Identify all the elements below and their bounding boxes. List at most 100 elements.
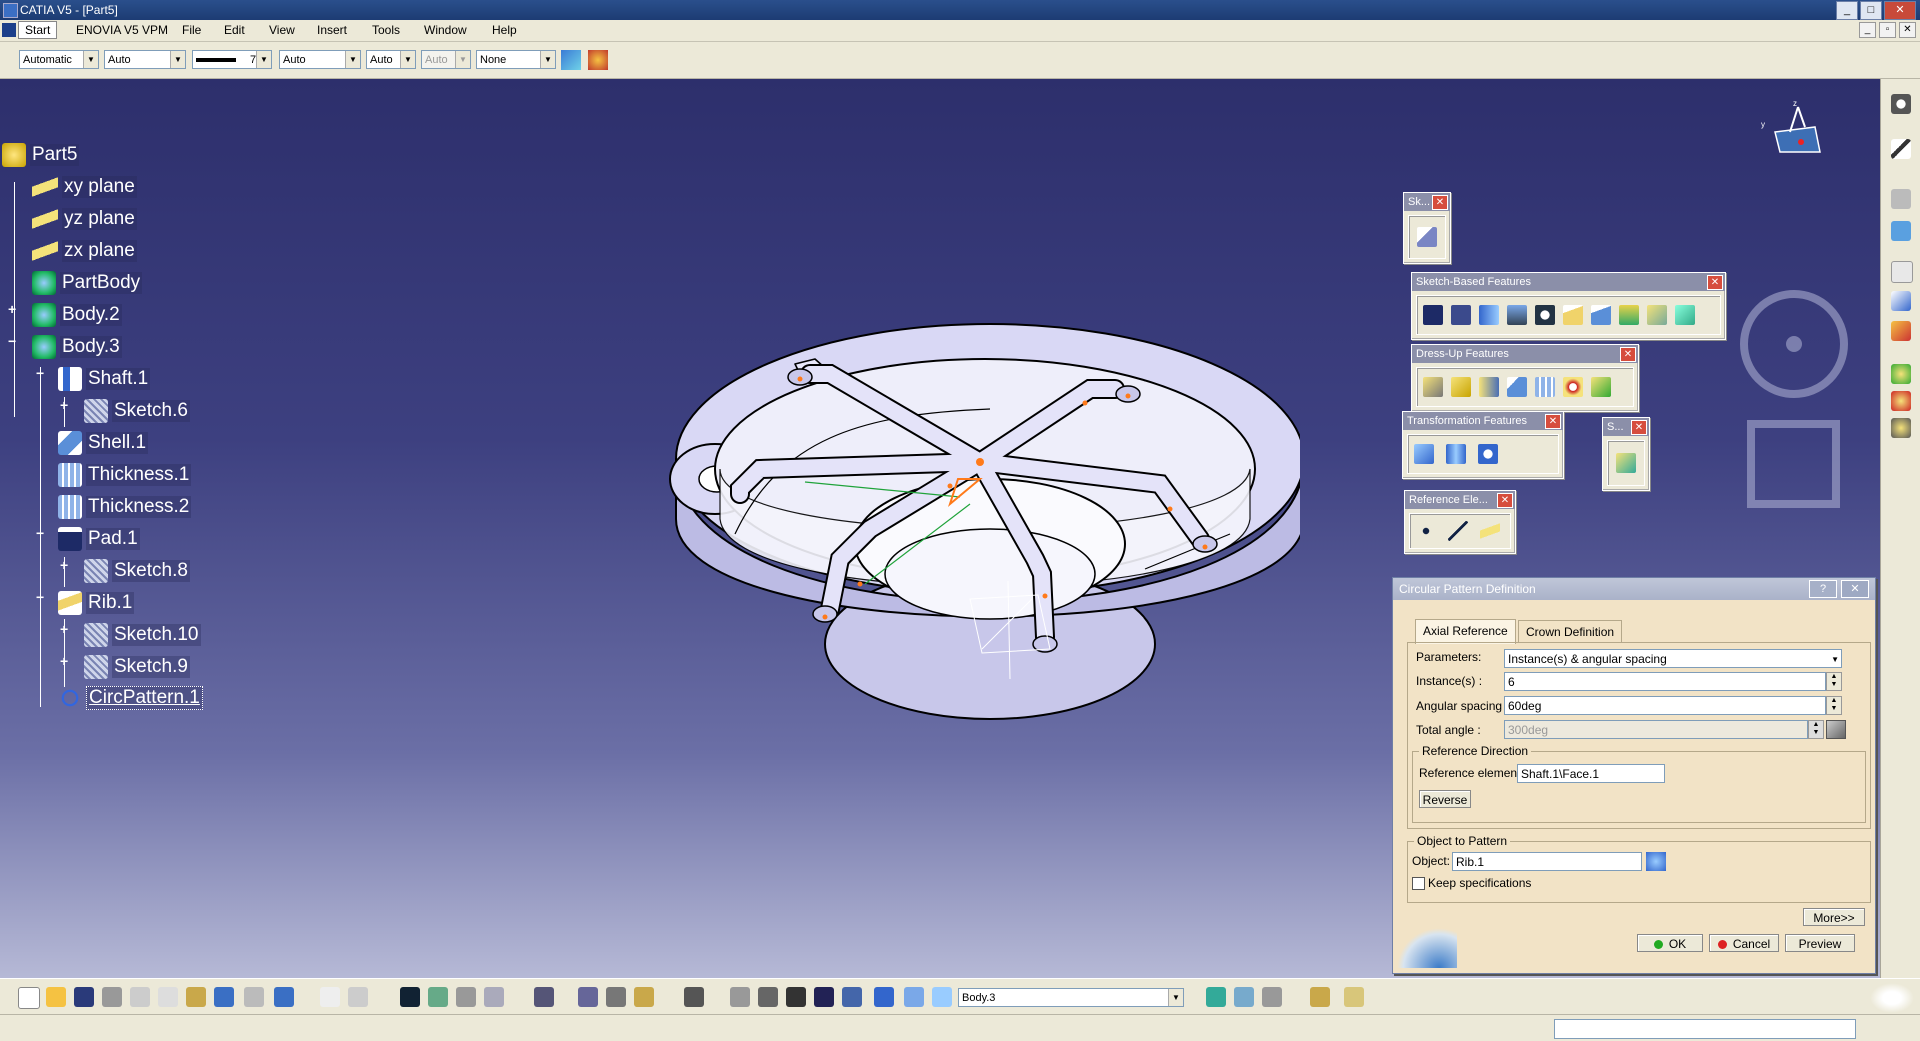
transparency-combo[interactable]: Auto ▼ (104, 50, 186, 69)
doc-restore-button[interactable]: ▫ (1879, 22, 1896, 38)
chamfer-icon[interactable] (1451, 377, 1471, 397)
tree-node-sketch10[interactable]: Sketch.10 (84, 622, 201, 648)
quick-view-icon[interactable] (842, 987, 862, 1007)
apply-material-icon[interactable] (1891, 321, 1911, 341)
new-icon[interactable] (18, 987, 40, 1009)
close-icon[interactable]: ✕ (1631, 420, 1647, 435)
analysis-icon[interactable] (1891, 391, 1911, 411)
line-weight-combo[interactable]: 7 ▼ (192, 50, 272, 69)
tree-node-sketch6[interactable]: Sketch.6 (84, 398, 190, 424)
cancel-button[interactable]: Cancel (1709, 934, 1779, 952)
slot-icon[interactable] (1591, 305, 1611, 325)
compass-widget[interactable]: z y (1755, 97, 1825, 167)
tree-node-yz-plane[interactable]: yz plane (32, 206, 137, 232)
zoom-icon[interactable] (758, 987, 778, 1007)
grid-icon[interactable] (814, 987, 834, 1007)
tree-node-thickness2[interactable]: Thickness.2 (58, 494, 192, 520)
layer-combo[interactable]: None ▼ (476, 50, 556, 69)
stiffener-icon[interactable] (1619, 305, 1639, 325)
tab-axial-reference[interactable]: Axial Reference (1415, 619, 1516, 644)
reverse-button[interactable]: Reverse (1419, 790, 1471, 808)
expand-icon[interactable]: + (60, 398, 69, 412)
select-arrow-icon[interactable] (1891, 139, 1911, 159)
remove-face-icon[interactable] (1591, 377, 1611, 397)
tree-node-shaft1[interactable]: Shaft.1 (58, 366, 151, 392)
tree-node-xy-plane[interactable]: xy plane (32, 174, 137, 200)
view-icon[interactable] (1891, 221, 1911, 241)
knowledge-icon[interactable] (348, 987, 368, 1007)
angular-spacing-spinner[interactable]: ▲ ▼ (1826, 696, 1842, 715)
ok-button[interactable]: OK (1637, 934, 1703, 952)
plane-icon[interactable] (1480, 521, 1500, 541)
menu-edit[interactable]: Edit (224, 23, 245, 37)
draft-icon[interactable] (1479, 377, 1499, 397)
current-body-combo[interactable]: Body.3 ▼ (958, 988, 1184, 1007)
minimize-button[interactable]: _ (1836, 1, 1858, 20)
tree-node-pad1[interactable]: Pad.1 (58, 526, 140, 552)
tree-node-circpattern1[interactable]: CircPattern.1 (58, 685, 203, 711)
multi-section-solid-icon[interactable] (1647, 305, 1667, 325)
swap-visible-icon[interactable] (932, 987, 952, 1007)
edge-fillet-icon[interactable] (1423, 377, 1443, 397)
save-icon[interactable] (74, 987, 94, 1007)
tree-node-shell1[interactable]: Shell.1 (58, 430, 149, 456)
translation-icon[interactable] (1414, 444, 1434, 464)
collapse-icon[interactable]: − (36, 366, 45, 380)
whats-this-icon[interactable] (274, 987, 294, 1007)
capture-icon[interactable] (684, 987, 704, 1007)
update-icon[interactable] (534, 987, 554, 1007)
split-icon[interactable] (1616, 453, 1636, 473)
sketch-icon[interactable] (1417, 227, 1437, 247)
keep-specifications-checkbox[interactable] (1412, 877, 1425, 890)
reference-element-field[interactable]: Shaft.1\Face.1 (1517, 764, 1665, 783)
paste-icon[interactable] (186, 987, 206, 1007)
select-object-icon[interactable] (1646, 852, 1666, 871)
tree-node-sketch9[interactable]: Sketch.9 (84, 654, 190, 680)
hole-icon[interactable] (1535, 305, 1555, 325)
preview-button[interactable]: Preview (1785, 934, 1855, 952)
close-button[interactable]: ✕ (1884, 1, 1916, 20)
menu-window[interactable]: Window (424, 23, 467, 37)
tree-node-body2[interactable]: Body.2 (32, 302, 122, 328)
formula-icon[interactable] (1826, 720, 1846, 739)
menu-insert[interactable]: Insert (317, 23, 347, 37)
doc-minimize-button[interactable]: _ (1859, 22, 1876, 38)
annotation-icon[interactable] (1891, 261, 1913, 283)
catalog-browser-icon[interactable] (428, 987, 448, 1007)
menu-file[interactable]: File (182, 23, 201, 37)
close-icon[interactable]: ✕ (1432, 195, 1448, 210)
graphic-properties-icon[interactable] (588, 50, 608, 70)
expand-icon[interactable]: + (60, 558, 69, 572)
close-icon[interactable]: ✕ (1707, 275, 1723, 290)
object-field[interactable]: Rib.1 (1452, 852, 1642, 871)
open-icon[interactable] (46, 987, 66, 1007)
apply-material-icon[interactable] (456, 987, 476, 1007)
undo-icon[interactable] (214, 987, 234, 1007)
tree-node-rib1[interactable]: Rib.1 (58, 590, 135, 616)
point-icon[interactable] (1416, 521, 1436, 541)
gear-icon[interactable] (1891, 94, 1911, 114)
color-combo[interactable]: Automatic ▼ (19, 50, 99, 69)
angular-spacing-field[interactable]: 60deg (1504, 696, 1826, 715)
collapse-icon[interactable]: − (36, 526, 45, 540)
tree-node-body3[interactable]: Body.3 (32, 334, 122, 360)
menu-tools[interactable]: Tools (372, 23, 400, 37)
tree-node-sketch8[interactable]: Sketch.8 (84, 558, 190, 584)
maximize-button[interactable]: □ (1860, 1, 1882, 20)
expand-icon[interactable]: + (60, 654, 69, 668)
hide-show-icon[interactable] (904, 987, 924, 1007)
collapse-icon[interactable]: − (8, 334, 17, 348)
expand-icon[interactable]: + (8, 302, 17, 316)
command-input[interactable] (1554, 1019, 1856, 1039)
tab-crown-definition[interactable]: Crown Definition (1518, 620, 1623, 643)
thickness-icon[interactable] (1535, 377, 1555, 397)
pan-icon[interactable] (606, 987, 626, 1007)
cut-icon[interactable] (130, 987, 150, 1007)
expand-icon[interactable]: + (60, 622, 69, 636)
sketch-analysis-icon[interactable] (1344, 987, 1364, 1007)
menu-help[interactable]: Help (492, 23, 517, 37)
thread-icon[interactable] (1563, 377, 1583, 397)
catalog-icon[interactable] (1891, 364, 1911, 384)
rib-icon[interactable] (1563, 305, 1583, 325)
linetype-combo[interactable]: Auto ▼ (279, 50, 361, 69)
